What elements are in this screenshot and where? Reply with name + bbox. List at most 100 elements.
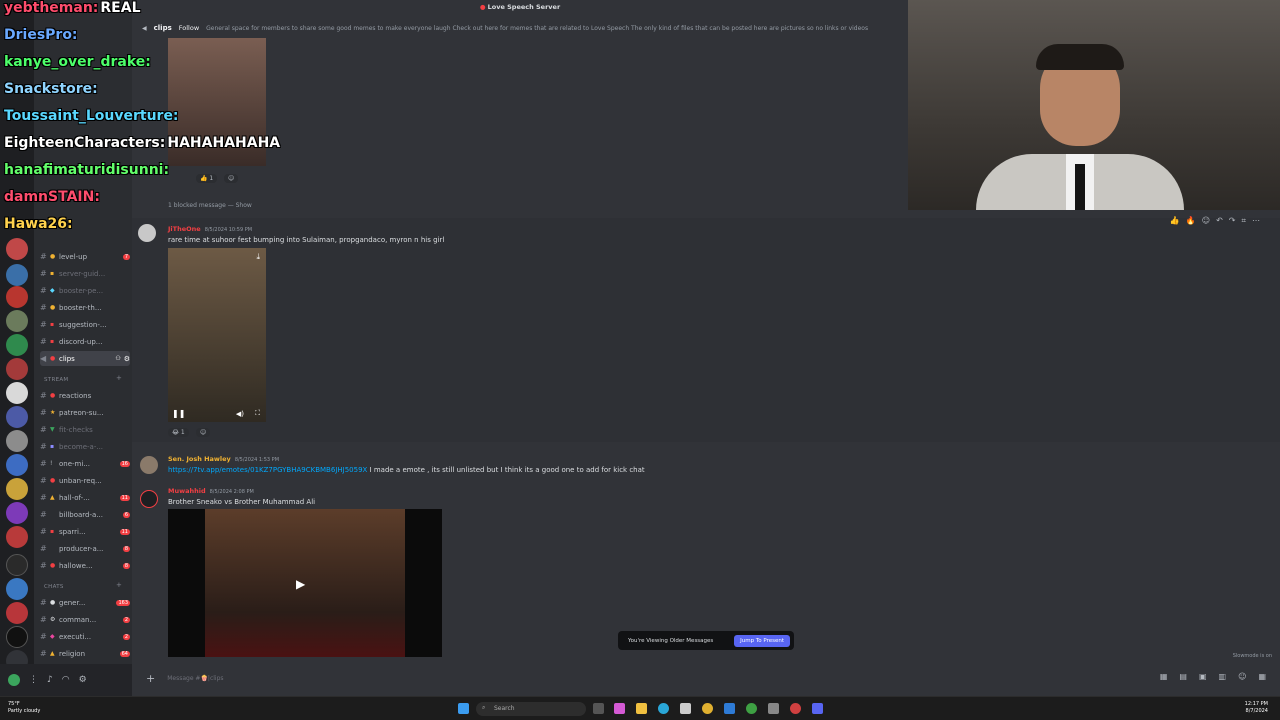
user-settings-gear-icon[interactable]: ⚙ (79, 675, 87, 685)
follow-button[interactable]: Follow (179, 24, 199, 32)
category-stream[interactable]: STREAM (44, 377, 68, 383)
fullscreen-icon[interactable]: ⛶ (255, 409, 260, 418)
channel-item[interactable]: # ▼ fit-checks (40, 422, 130, 437)
channel-item-clips[interactable]: ◀ ● clips ⚇ ⚙ (40, 351, 130, 366)
app-icon[interactable] (790, 703, 801, 714)
thumbs-up-icon[interactable]: 👍 (1170, 216, 1180, 226)
gift-icon[interactable]: ▦ (1160, 672, 1168, 681)
pause-icon[interactable]: ❚❚ (172, 409, 185, 418)
app-icon[interactable] (724, 703, 735, 714)
channel-item[interactable]: # ● reactions (40, 388, 130, 403)
server-icon[interactable] (6, 554, 28, 576)
discord-icon[interactable] (812, 703, 823, 714)
app-icon[interactable] (768, 703, 779, 714)
microphone-icon[interactable]: ♪ (47, 675, 53, 685)
attach-plus-icon[interactable]: + (146, 672, 155, 685)
message-video-player[interactable]: ⤓ ❚❚ ◀) ⛶ (168, 248, 266, 422)
channel-item[interactable]: # ● hallowe... 8 (40, 558, 130, 573)
channel-item[interactable]: # ★ patreon-su... (40, 405, 130, 420)
message-link[interactable]: https://7tv.app/emotes/01KZ7PGYBHA9CKBMB… (168, 466, 367, 474)
server-icon[interactable] (6, 526, 28, 548)
reaction-pill[interactable]: 👍 1 (196, 174, 218, 183)
channel-item[interactable]: # ● booster-th... (40, 300, 130, 315)
taskbar-clock[interactable]: 12:17 PM 8/7/2024 (1245, 701, 1268, 715)
message-video-embed[interactable]: ▶ (168, 509, 442, 657)
copilot-icon[interactable] (614, 703, 625, 714)
gear-icon[interactable]: ⚙ (124, 355, 130, 363)
channel-item[interactable]: # ▪ become-a-... (40, 439, 130, 454)
more-icon[interactable]: ⋯ (1252, 216, 1260, 226)
task-view-icon[interactable] (593, 703, 604, 714)
add-channel-icon[interactable]: + (116, 581, 122, 589)
add-member-icon[interactable]: ⚇ (115, 355, 120, 362)
channel-item[interactable]: # ◆ booster-pe... (40, 283, 130, 298)
edge-icon[interactable] (658, 703, 669, 714)
message-author[interactable]: Muwahhid 8/5/2024 2:08 PM (168, 487, 254, 495)
channel-item[interactable]: # ⚙ comman... 2 (40, 612, 130, 627)
apps-icon[interactable]: ▥ (1219, 672, 1227, 681)
channel-item[interactable]: # ▪ server-guid... (40, 266, 130, 281)
activities-icon[interactable]: ▦ (1258, 672, 1266, 681)
server-icon[interactable] (6, 430, 28, 452)
jump-to-present-button[interactable]: Jump To Present (734, 634, 790, 647)
windows-start-icon[interactable] (458, 703, 469, 714)
add-channel-icon[interactable]: + (116, 374, 122, 382)
server-icon[interactable] (6, 502, 28, 524)
server-icon[interactable] (6, 602, 28, 624)
channel-item[interactable]: # billboard-a... 6 (40, 507, 130, 522)
taskbar-search[interactable]: ⌕ Search (476, 702, 586, 716)
reply-icon[interactable]: ↶ (1216, 216, 1223, 226)
xbox-icon[interactable] (746, 703, 757, 714)
server-icon[interactable] (6, 310, 28, 332)
server-icon[interactable] (6, 382, 28, 404)
chrome-icon[interactable] (702, 703, 713, 714)
gif-icon[interactable]: ▤ (1179, 672, 1187, 681)
channel-item[interactable]: # ◆ executi... 2 (40, 629, 130, 644)
channel-item[interactable]: #! one-mi... 16 (40, 456, 130, 471)
add-reaction-icon[interactable]: ☺ (196, 428, 211, 437)
forward-icon[interactable]: ↷ (1229, 216, 1236, 226)
server-icon[interactable] (6, 406, 28, 428)
server-icon[interactable] (6, 578, 28, 600)
volume-icon[interactable]: ◀) (236, 410, 244, 418)
message-composer[interactable]: + Message #🍿|clips (140, 668, 1272, 688)
status-icon[interactable]: ⋮ (29, 675, 38, 685)
store-icon[interactable] (680, 703, 691, 714)
server-icon[interactable] (6, 264, 28, 286)
avatar[interactable] (8, 674, 20, 686)
avatar[interactable] (138, 224, 156, 242)
weather-widget[interactable]: 75°F Partly cloudy (8, 701, 40, 715)
server-icon[interactable] (6, 626, 28, 648)
emoji-icon[interactable]: ☺ (1238, 672, 1246, 681)
channel-item[interactable]: # ▪ discord-up... (40, 334, 130, 349)
add-reaction-icon[interactable]: ☺ (1202, 216, 1210, 226)
reaction-pill[interactable]: 😂 1 (168, 428, 189, 437)
server-icon[interactable] (6, 286, 28, 308)
avatar[interactable] (140, 490, 158, 508)
server-icon[interactable] (6, 334, 28, 356)
fire-icon[interactable]: 🔥 (1186, 216, 1196, 226)
sticker-icon[interactable]: ▣ (1199, 672, 1207, 681)
channel-item[interactable]: # producer-a... 8 (40, 541, 130, 556)
message-author[interactable]: Sen. Josh Hawley 8/5/2024 1:53 PM (168, 455, 279, 463)
channel-topic[interactable]: General space for members to share some … (206, 25, 868, 32)
channel-item[interactable]: # ▲ religion 64 (40, 646, 130, 661)
add-reaction-icon[interactable]: ☺ (224, 174, 239, 183)
file-explorer-icon[interactable] (636, 703, 647, 714)
channel-item[interactable]: # ● level-up 7 (40, 249, 130, 264)
channel-item[interactable]: # ● unban-req... (40, 473, 130, 488)
channel-item[interactable]: # ▪ suggestion-... (40, 317, 130, 332)
avatar[interactable] (140, 456, 158, 474)
blocked-message[interactable]: 1 blocked message — Show (168, 202, 252, 209)
message-input[interactable]: Message #🍿|clips (167, 675, 223, 682)
download-icon[interactable]: ⤓ (256, 252, 260, 262)
channel-item[interactable]: # ● gener... 163 (40, 595, 130, 610)
thread-icon[interactable]: ⌗ (1241, 216, 1246, 226)
headphones-icon[interactable]: ◠ (62, 675, 70, 685)
server-icon[interactable] (6, 238, 28, 260)
server-icon[interactable] (6, 358, 28, 380)
play-icon[interactable]: ▶ (296, 577, 305, 591)
server-icon[interactable] (6, 454, 28, 476)
channel-item[interactable]: # ▲ hall-of-... 11 (40, 490, 130, 505)
message-author[interactable]: JiTheOne 8/5/2024 10:59 PM (168, 225, 252, 233)
